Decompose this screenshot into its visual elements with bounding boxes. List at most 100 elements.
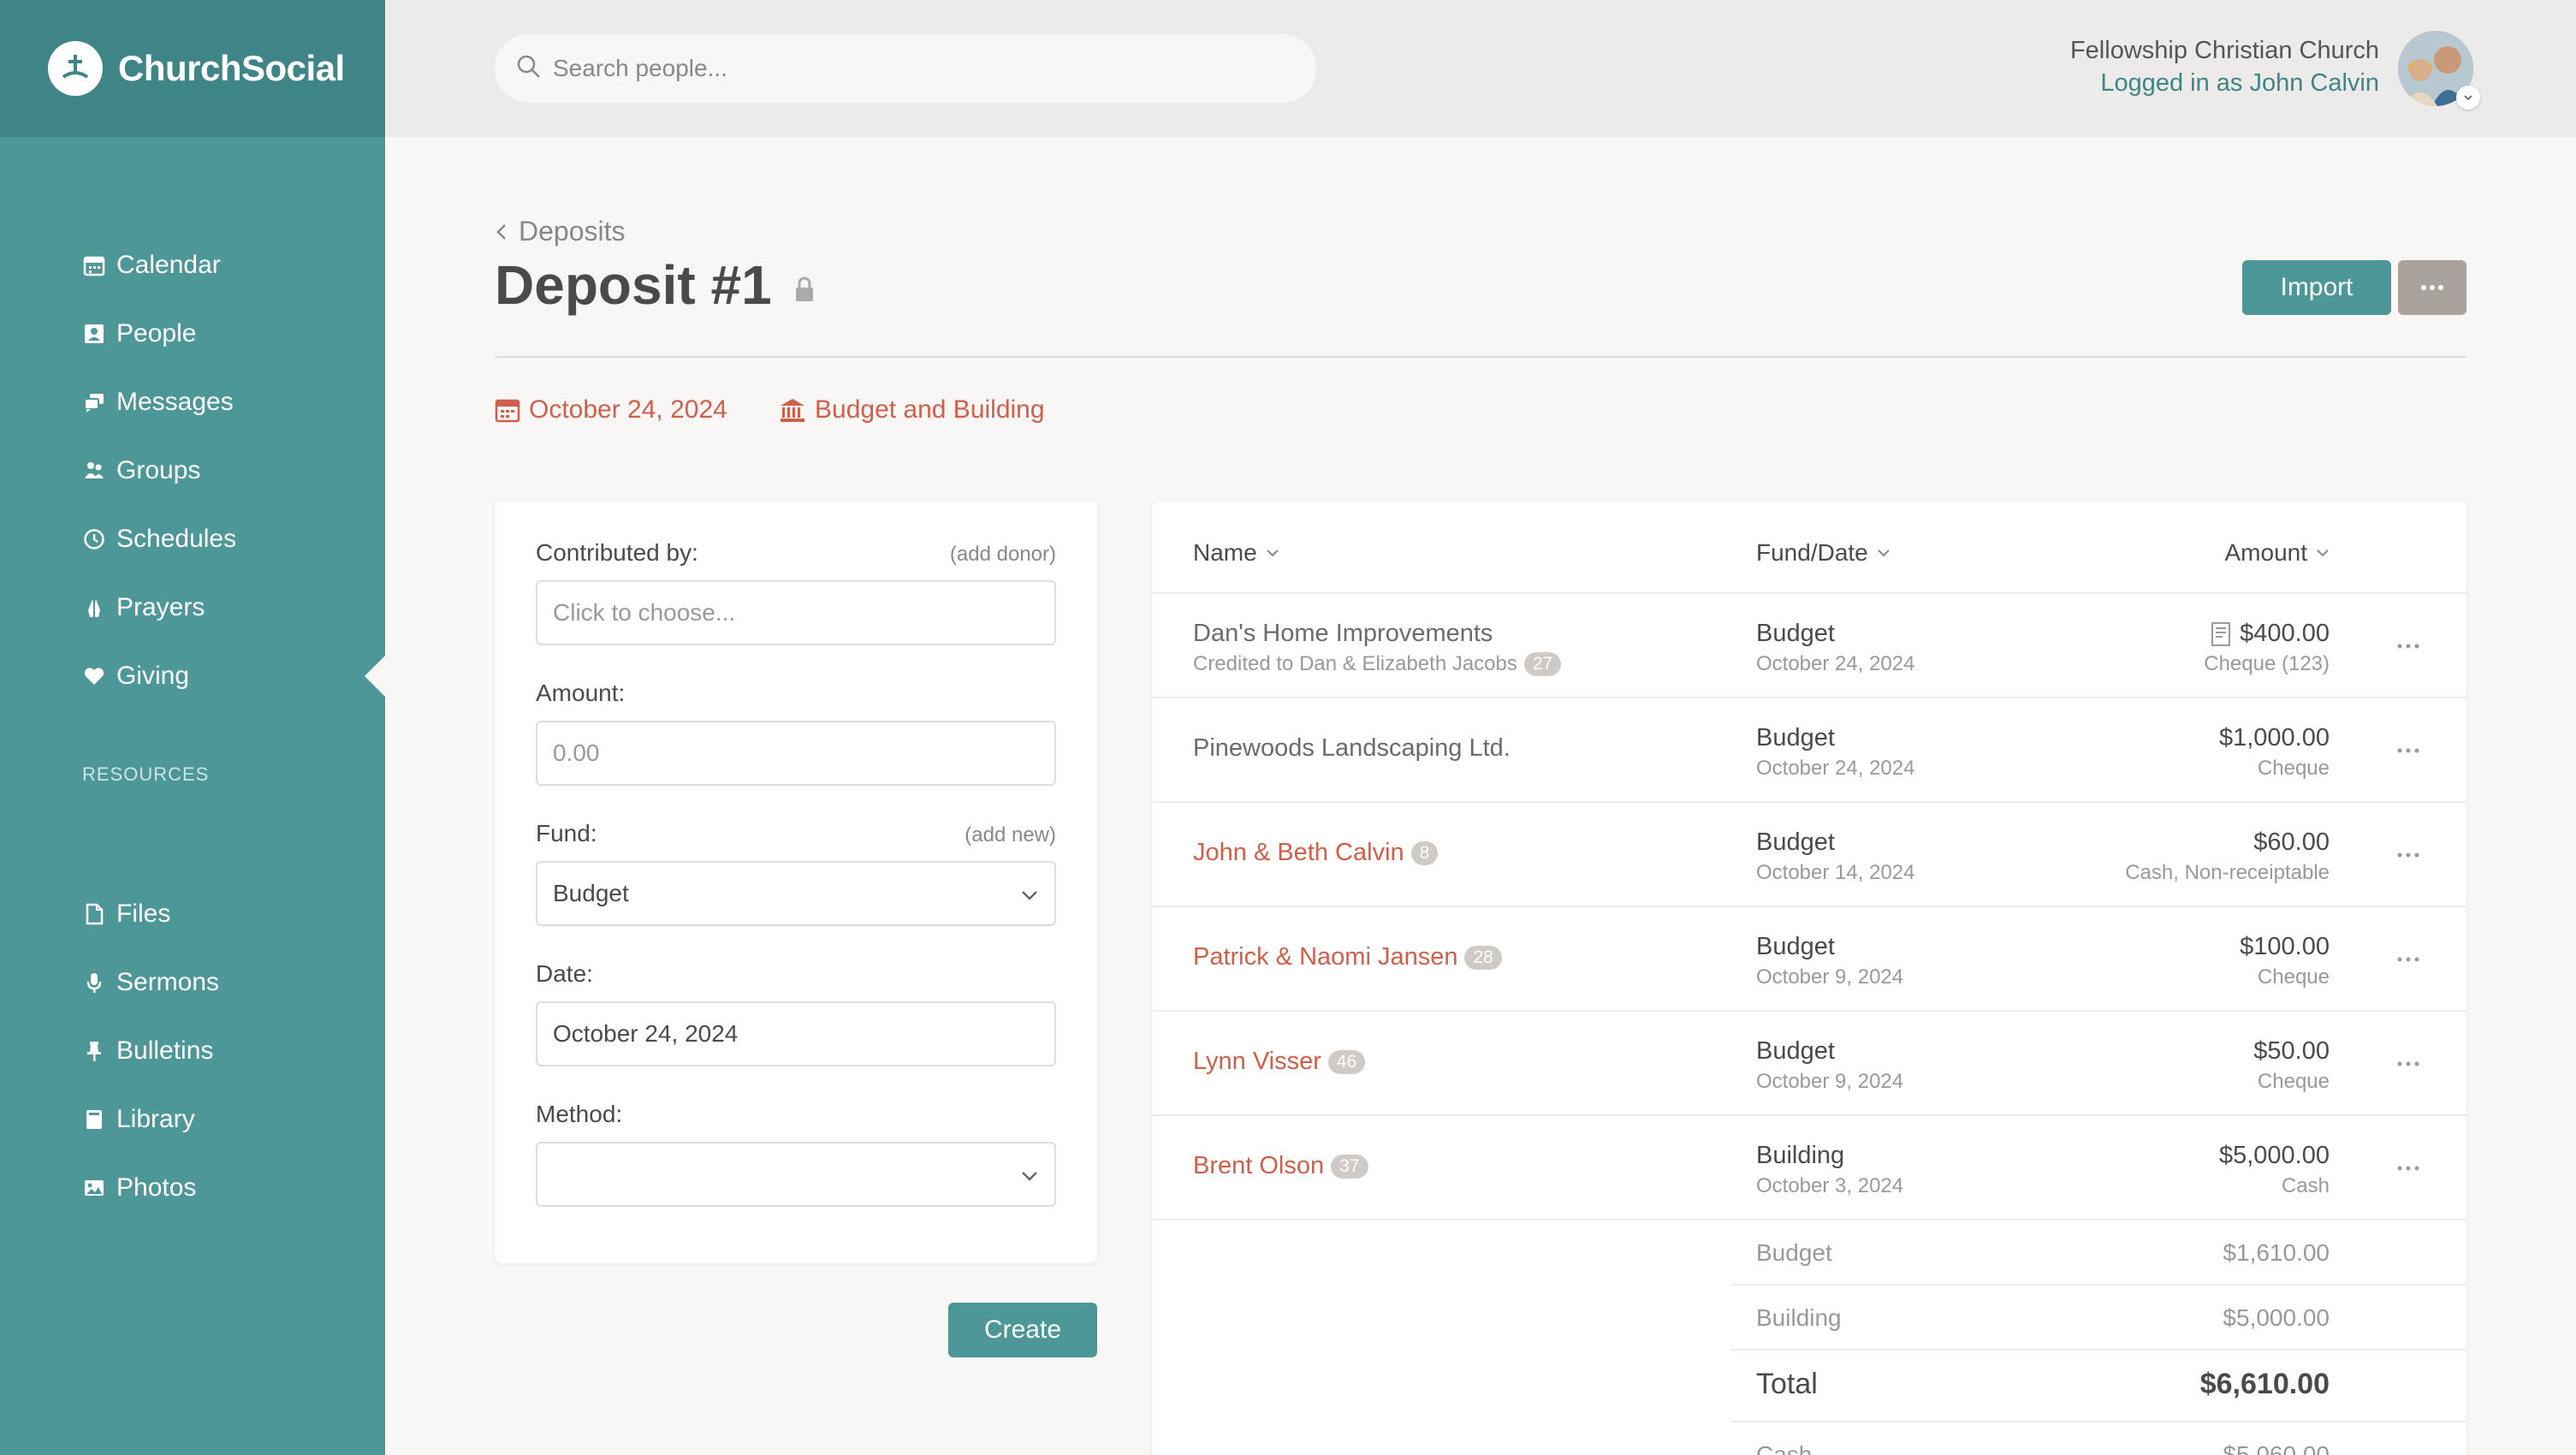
row-fund: Building xyxy=(1756,1142,1845,1169)
sidebar-item-label: Photos xyxy=(116,1173,197,1202)
column-header-label: Amount xyxy=(2224,539,2308,566)
row-more-button[interactable] xyxy=(2391,1046,2425,1080)
chevron-down-icon xyxy=(1020,880,1039,907)
table-row[interactable]: Dan's Home Improvements Credited to Dan … xyxy=(1152,594,2466,698)
page-title: Deposit #1 xyxy=(495,254,772,316)
amount-input[interactable] xyxy=(553,739,1039,767)
deposit-date[interactable]: October 24, 2024 xyxy=(495,395,727,425)
top-bar: Fellowship Christian Church Logged in as… xyxy=(385,0,2576,137)
row-name[interactable]: Patrick & Naomi Jansen 28 xyxy=(1193,943,1502,971)
sidebar-item-bulletins[interactable]: Bulletins xyxy=(0,1017,385,1085)
contributed-by-field[interactable] xyxy=(536,580,1056,645)
sidebar-item-files[interactable]: Files xyxy=(0,880,385,948)
sidebar-item-giving[interactable]: Giving xyxy=(0,642,385,710)
method-select[interactable] xyxy=(536,1142,1056,1207)
row-more-button[interactable] xyxy=(2391,733,2425,767)
search-box[interactable] xyxy=(495,34,1316,103)
row-name[interactable]: John & Beth Calvin 8 xyxy=(1193,839,1439,867)
book-icon xyxy=(82,1108,106,1131)
row-method: Cheque xyxy=(2257,757,2330,780)
heart-icon xyxy=(82,664,106,688)
row-date: October 14, 2024 xyxy=(1756,861,1915,884)
row-method: Cheque xyxy=(2257,965,2330,989)
chevron-left-icon xyxy=(495,222,508,242)
contribution-form: Contributed by: (add donor) Amount: Fund… xyxy=(495,502,1097,1263)
row-fund: Budget xyxy=(1756,620,1835,647)
create-button[interactable]: Create xyxy=(948,1303,1097,1357)
member-count-badge: 27 xyxy=(1523,652,1562,676)
table-row[interactable]: John & Beth Calvin 8 Budget October 14, … xyxy=(1152,803,2466,907)
sidebar-item-label: Messages xyxy=(116,388,234,416)
row-amount: $5,000.00 xyxy=(2218,1142,2330,1169)
date-field-value: October 24, 2024 xyxy=(553,1020,739,1047)
row-name-label: Patrick & Naomi Jansen xyxy=(1193,943,1458,971)
sidebar-item-schedules[interactable]: Schedules xyxy=(0,505,385,573)
ellipsis-icon xyxy=(2397,638,2419,653)
deposit-date-label: October 24, 2024 xyxy=(529,395,727,424)
table-row[interactable]: Patrick & Naomi Jansen 28 Budget October… xyxy=(1152,907,2466,1012)
sidebar-item-label: Prayers xyxy=(116,593,205,621)
sidebar-item-photos[interactable]: Photos xyxy=(0,1154,385,1222)
sidebar-item-library[interactable]: Library xyxy=(0,1085,385,1154)
ellipsis-icon xyxy=(2397,846,2419,862)
contributed-by-input[interactable] xyxy=(553,599,1039,627)
row-name-label: John & Beth Calvin xyxy=(1193,839,1404,866)
column-header-fund-date[interactable]: Fund/Date xyxy=(1756,539,1890,567)
row-name[interactable]: Brent Olson 37 xyxy=(1193,1152,1368,1180)
add-donor-link[interactable]: (add donor) xyxy=(950,543,1056,567)
fund-select[interactable]: Budget xyxy=(536,861,1056,926)
sidebar-item-groups[interactable]: Groups xyxy=(0,436,385,505)
brand-header[interactable]: ChurchSocial xyxy=(0,0,385,137)
table-row[interactable]: Lynn Visser 46 Budget October 9, 2024 $5… xyxy=(1152,1012,2466,1116)
chevron-down-icon[interactable] xyxy=(2456,86,2480,110)
import-button[interactable]: Import xyxy=(2242,260,2391,315)
member-count-badge: 8 xyxy=(1410,840,1439,865)
summary-row-total: Total $6,610.00 xyxy=(1730,1351,2466,1422)
row-amount: $50.00 xyxy=(2253,1037,2330,1065)
search-input[interactable] xyxy=(553,55,1289,82)
sidebar-item-calendar[interactable]: Calendar xyxy=(0,231,385,300)
row-date: October 24, 2024 xyxy=(1756,757,1915,780)
add-fund-link[interactable]: (add new) xyxy=(965,823,1056,847)
table-row[interactable]: Pinewoods Landscaping Ltd. Budget Octobe… xyxy=(1152,698,2466,803)
row-name[interactable]: Dan's Home Improvements xyxy=(1193,620,1493,648)
column-header-amount[interactable]: Amount xyxy=(2225,539,2330,567)
date-field[interactable]: October 24, 2024 xyxy=(536,1001,1056,1066)
row-more-button[interactable] xyxy=(2391,941,2425,976)
image-icon xyxy=(82,1176,106,1200)
row-name[interactable]: Pinewoods Landscaping Ltd. xyxy=(1193,734,1511,763)
row-more-button[interactable] xyxy=(2391,1150,2425,1185)
summary-value: $5,060.00 xyxy=(2223,1441,2330,1455)
row-date: October 9, 2024 xyxy=(1756,965,1904,989)
deposit-funds[interactable]: Budget and Building xyxy=(779,395,1045,425)
sidebar-item-label: Files xyxy=(116,900,171,928)
logged-in-link[interactable]: Logged in as John Calvin xyxy=(2070,67,2379,99)
contributions-table: Name Fund/Date Amount Dan's Home Improve… xyxy=(1152,502,2466,1455)
column-header-name[interactable]: Name xyxy=(1193,539,1279,567)
row-more-button[interactable] xyxy=(2391,837,2425,871)
sort-chevron-icon xyxy=(1877,549,1890,557)
row-amount-value: $400.00 xyxy=(2240,620,2330,647)
row-fund: Budget xyxy=(1756,724,1835,751)
table-row[interactable]: Brent Olson 37 Building October 3, 2024 … xyxy=(1152,1116,2466,1220)
row-name[interactable]: Lynn Visser 46 xyxy=(1193,1048,1366,1076)
row-fund: Budget xyxy=(1756,828,1835,856)
member-count-badge: 46 xyxy=(1327,1049,1366,1074)
sidebar-item-label: Library xyxy=(116,1105,195,1133)
calendar-icon xyxy=(82,253,106,277)
row-method: Cash xyxy=(2281,1174,2330,1197)
sidebar-item-messages[interactable]: Messages xyxy=(0,368,385,436)
back-to-deposits-link[interactable]: Deposits xyxy=(495,216,626,247)
fund-label: Fund: xyxy=(536,820,597,846)
row-amount: $400.00 xyxy=(2211,620,2330,648)
sidebar-item-people[interactable]: People xyxy=(0,300,385,368)
amount-field[interactable] xyxy=(536,721,1056,786)
column-header-label: Name xyxy=(1193,539,1257,566)
sidebar: ChurchSocial Calendar People Messages Gr… xyxy=(0,0,385,1455)
chevron-down-icon xyxy=(1020,1161,1039,1188)
sidebar-item-prayers[interactable]: Prayers xyxy=(0,573,385,642)
row-more-button[interactable] xyxy=(2391,628,2425,662)
row-date: October 3, 2024 xyxy=(1756,1174,1904,1197)
sidebar-item-sermons[interactable]: Sermons xyxy=(0,948,385,1017)
more-options-button[interactable] xyxy=(2398,260,2466,315)
